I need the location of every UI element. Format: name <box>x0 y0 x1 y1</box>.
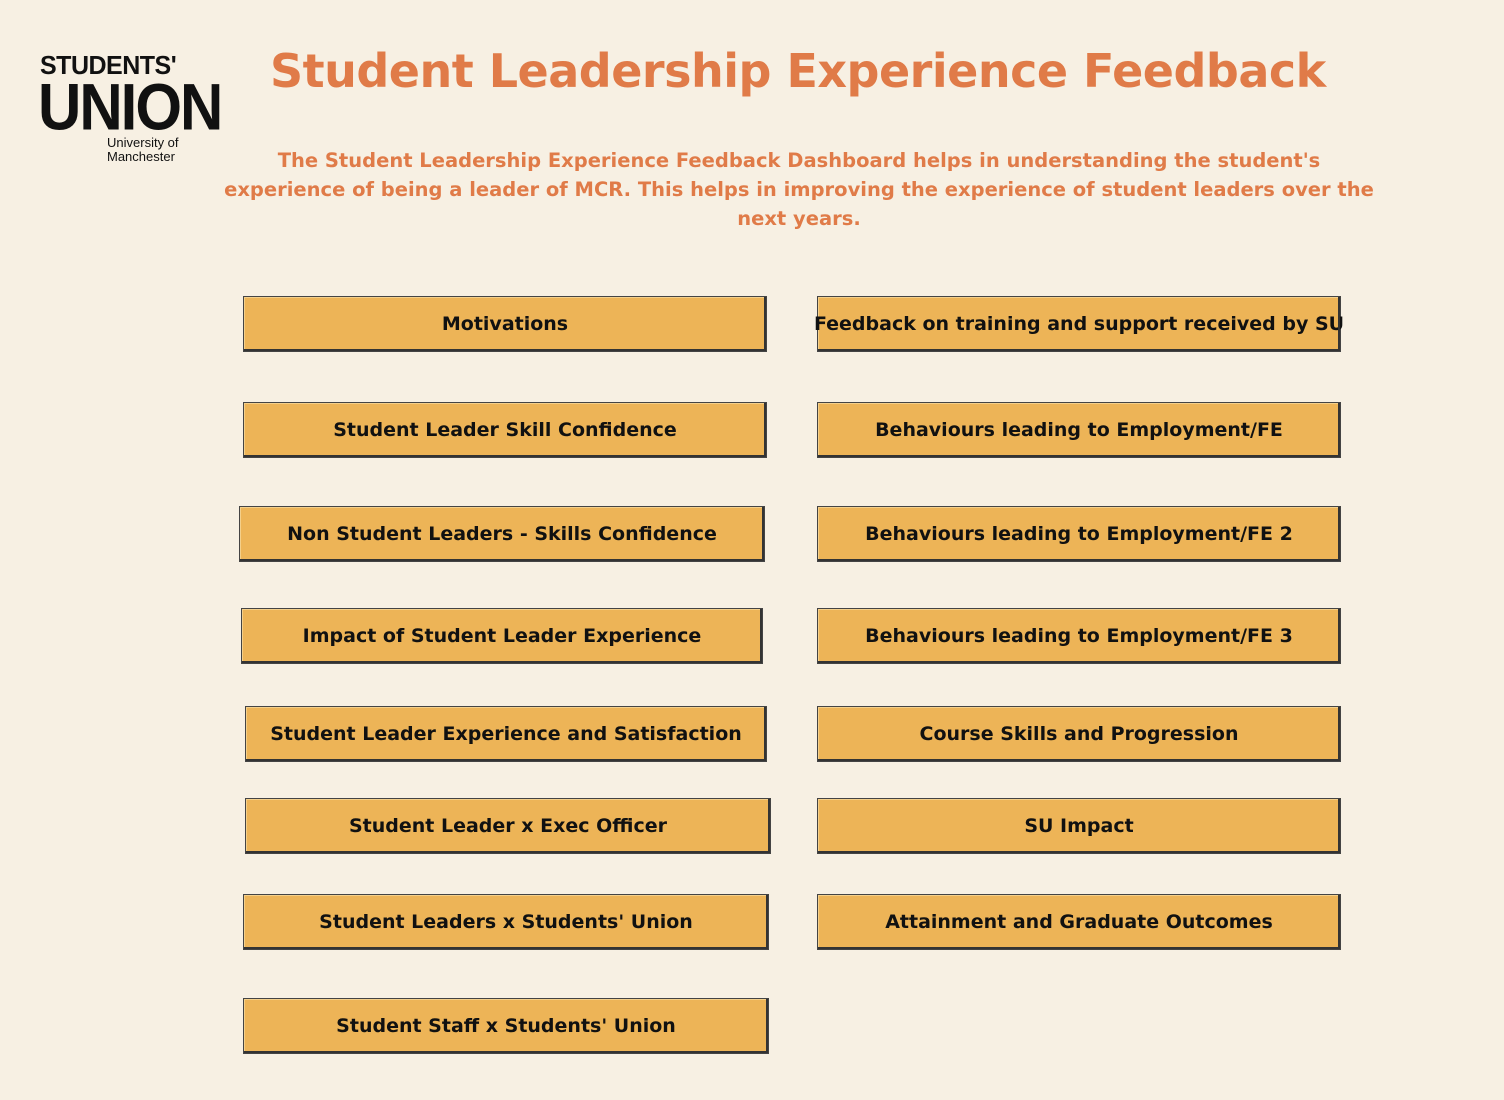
employment-behaviours-2-button[interactable]: Behaviours leading to Employment/FE 2 <box>817 506 1341 562</box>
exec-officer-button[interactable]: Student Leader x Exec Officer <box>245 798 771 854</box>
experience-satisfaction-button[interactable]: Student Leader Experience and Satisfacti… <box>245 706 767 762</box>
training-support-button[interactable]: Feedback on training and support receive… <box>814 296 1344 352</box>
leaders-union-button[interactable]: Student Leaders x Students' Union <box>243 894 769 950</box>
students-union-logo: STUDENTS' UNION University of Manchester <box>38 52 223 164</box>
su-impact-button[interactable]: SU Impact <box>817 798 1341 854</box>
employment-behaviours-3-button[interactable]: Behaviours leading to Employment/FE 3 <box>817 608 1341 664</box>
motivations-button[interactable]: Motivations <box>243 296 767 352</box>
staff-union-button[interactable]: Student Staff x Students' Union <box>243 998 769 1054</box>
logo-line-union: UNION <box>38 70 223 144</box>
course-skills-button[interactable]: Course Skills and Progression <box>817 706 1341 762</box>
page-title: Student Leadership Experience Feedback <box>270 44 1326 98</box>
employment-behaviours-button[interactable]: Behaviours leading to Employment/FE <box>817 402 1341 458</box>
impact-button[interactable]: Impact of Student Leader Experience <box>241 608 763 664</box>
logo-line-manchester: Manchester <box>107 149 175 164</box>
page-description: The Student Leadership Experience Feedba… <box>224 149 1374 230</box>
skill-confidence-button[interactable]: Student Leader Skill Confidence <box>243 402 767 458</box>
non-leaders-skills-button[interactable]: Non Student Leaders - Skills Confidence <box>239 506 765 562</box>
attainment-button[interactable]: Attainment and Graduate Outcomes <box>817 894 1341 950</box>
